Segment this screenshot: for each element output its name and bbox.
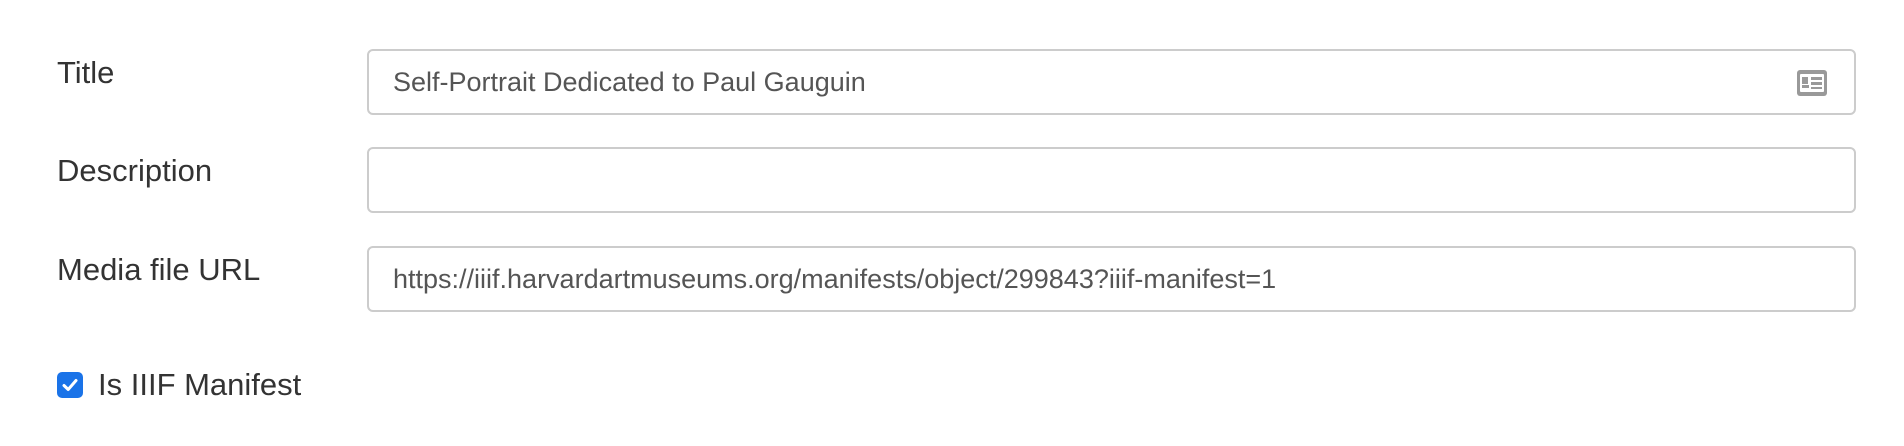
checkmark-icon (62, 379, 78, 391)
description-input[interactable] (367, 147, 1856, 213)
title-label: Title (57, 55, 115, 90)
description-row: Description (0, 147, 1904, 215)
id-card-icon[interactable] (1796, 69, 1828, 97)
media-url-label: Media file URL (57, 252, 261, 287)
media-url-input-value: https://iiif.harvardartmuseums.org/manif… (393, 263, 1277, 294)
metadata-form: Title Self-Portrait Dedicated to Paul Ga… (0, 0, 1904, 446)
title-input[interactable]: Self-Portrait Dedicated to Paul Gauguin (367, 49, 1856, 115)
iiif-manifest-label[interactable]: Is IIIF Manifest (98, 367, 301, 403)
media-url-input[interactable]: https://iiif.harvardartmuseums.org/manif… (367, 246, 1856, 312)
description-label: Description (57, 153, 213, 188)
iiif-manifest-option: Is IIIF Manifest (57, 365, 301, 405)
title-input-value: Self-Portrait Dedicated to Paul Gauguin (393, 66, 866, 97)
media-url-row: Media file URL https://iiif.harvardartmu… (0, 246, 1904, 314)
title-row: Title Self-Portrait Dedicated to Paul Ga… (0, 49, 1904, 117)
iiif-manifest-checkbox[interactable] (57, 372, 83, 398)
